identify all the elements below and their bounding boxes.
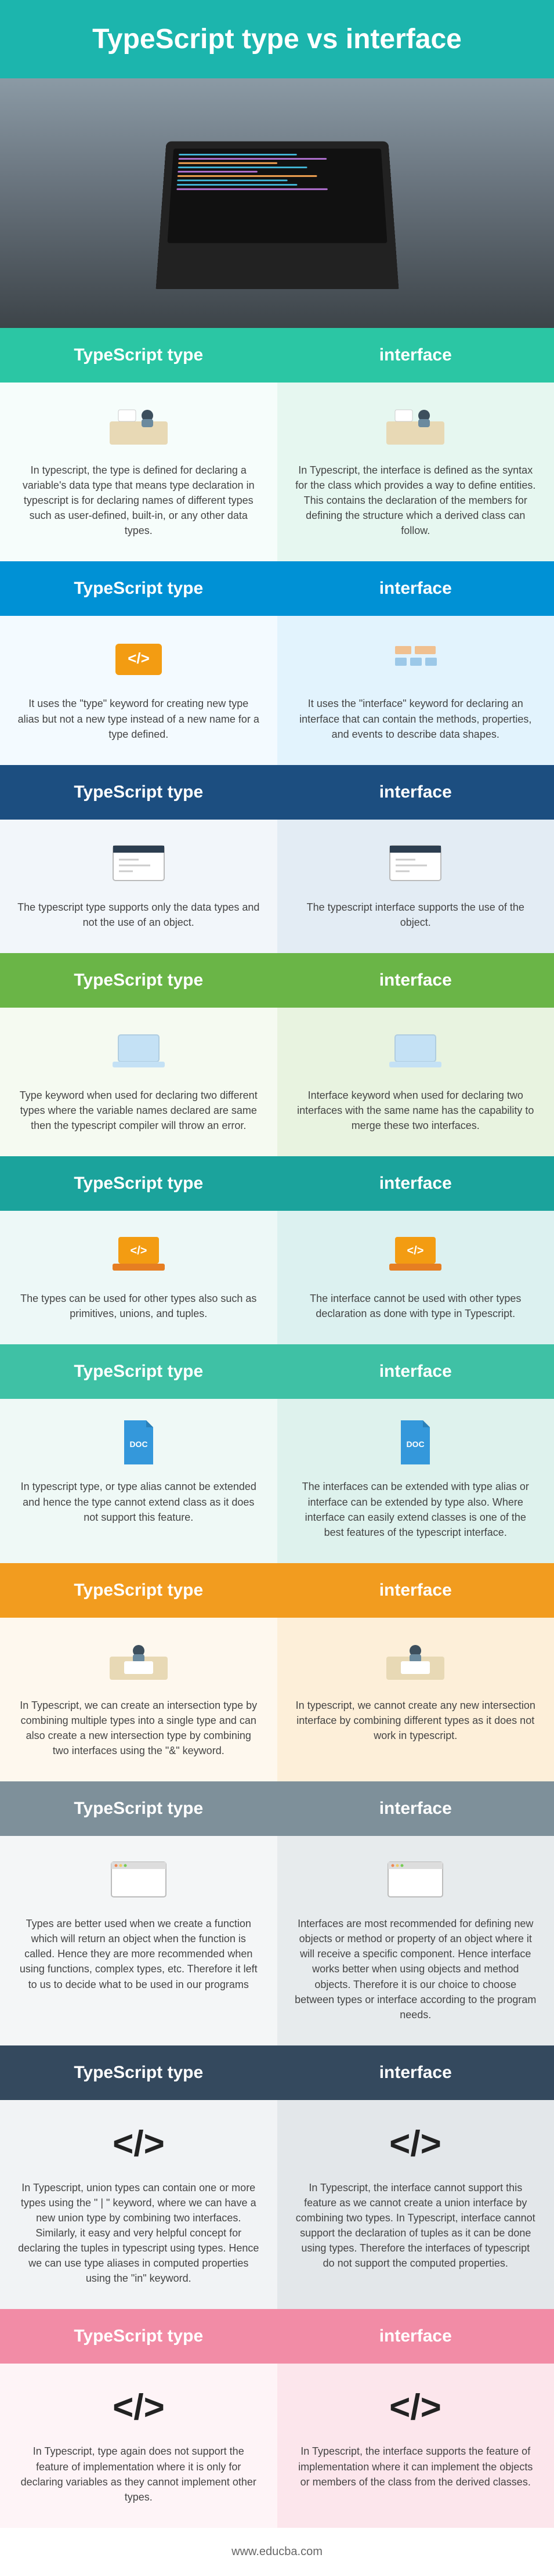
row-3-left: The typescript type supports only the da… — [17, 900, 260, 930]
hero-image — [0, 78, 554, 328]
row-10-right: In Typescript, the interface supports th… — [295, 2444, 537, 2489]
row-4: Type keyword when used for declaring two… — [0, 1008, 554, 1156]
svg-text:</>: </> — [389, 2387, 441, 2427]
desk-person-icon — [104, 400, 173, 452]
row-3: The typescript type supports only the da… — [0, 820, 554, 953]
svg-text:DOC: DOC — [129, 1439, 147, 1449]
code-bracket-icon: </> — [381, 2117, 450, 2170]
row-9-right: In Typescript, the interface cannot supp… — [295, 2180, 537, 2271]
row-9-left: In Typescript, union types can contain o… — [17, 2180, 260, 2286]
row-5: </> The types can be used for other type… — [0, 1211, 554, 1344]
desk-overhead-icon — [381, 1635, 450, 1687]
orange-code-laptop-icon: </> — [104, 1228, 173, 1280]
row-header-6: TypeScript type interface — [0, 1344, 554, 1399]
row-header-9: TypeScript type interface — [0, 2045, 554, 2100]
svg-text:DOC: DOC — [407, 1439, 425, 1449]
doc-file-icon: DOC — [104, 1416, 173, 1469]
row-header-5: TypeScript type interface — [0, 1156, 554, 1211]
row-header-4: TypeScript type interface — [0, 953, 554, 1008]
footer-credit: www.educba.com — [0, 2528, 554, 2576]
row-6-left: In typescript type, or type alias cannot… — [17, 1479, 260, 1524]
svg-text:</>: </> — [389, 2124, 441, 2164]
row-7-right: In typescript, we cannot create any new … — [295, 1698, 537, 1743]
orange-code-laptop-icon: </> — [381, 1228, 450, 1280]
code-bracket-icon: </> — [104, 2117, 173, 2170]
row-1: In typescript, the type is defined for d… — [0, 383, 554, 561]
window-icon — [381, 837, 450, 889]
laptop-illustration — [155, 141, 399, 289]
row-10: </> In Typescript, type again does not s… — [0, 2364, 554, 2527]
row-5-right: The interface cannot be used with other … — [295, 1291, 537, 1321]
row-header-8: TypeScript type interface — [0, 1781, 554, 1836]
browser-window-icon — [381, 1853, 450, 1906]
row-header-2: TypeScript type interface — [0, 561, 554, 616]
row-header-7: TypeScript type interface — [0, 1563, 554, 1618]
laptop-icon — [104, 1025, 173, 1077]
svg-text:</>: </> — [113, 2124, 165, 2164]
col-right-label: interface — [277, 328, 554, 383]
row-9: </> In Typescript, union types can conta… — [0, 2100, 554, 2310]
main-title: TypeScript type vs interface — [0, 0, 554, 78]
row-8-left: Types are better used when we create a f… — [17, 1916, 260, 1991]
svg-text:</>: </> — [113, 2387, 165, 2427]
row-4-right: Interface keyword when used for declarin… — [295, 1088, 537, 1133]
row-8: Types are better used when we create a f… — [0, 1836, 554, 2045]
svg-text:</>: </> — [130, 1244, 147, 1257]
window-icon — [104, 837, 173, 889]
row-header-3: TypeScript type interface — [0, 765, 554, 820]
row-4-left: Type keyword when used for declaring two… — [17, 1088, 260, 1133]
row-2-right: It uses the "interface" keyword for decl… — [295, 696, 537, 741]
col-left-label: TypeScript type — [0, 328, 277, 383]
row-1-left: In typescript, the type is defined for d… — [17, 463, 260, 538]
code-bracket-icon: </> — [381, 2381, 450, 2433]
infographic-container: TypeScript type vs interface TypeScript … — [0, 0, 554, 2576]
row-header-10: TypeScript type interface — [0, 2309, 554, 2364]
svg-text:</>: </> — [128, 650, 150, 667]
browser-window-icon — [104, 1853, 173, 1906]
row-2: </> It uses the "type" keyword for creat… — [0, 616, 554, 764]
row-2-left: It uses the "type" keyword for creating … — [17, 696, 260, 741]
svg-text:</>: </> — [407, 1244, 424, 1257]
row-7: In Typescript, we can create an intersec… — [0, 1618, 554, 1781]
row-6: DOC In typescript type, or type alias ca… — [0, 1399, 554, 1563]
desk-person-icon — [381, 400, 450, 452]
layout-blocks-icon — [381, 633, 450, 686]
code-tag-icon: </> — [104, 633, 173, 686]
doc-file-icon: DOC — [381, 1416, 450, 1469]
row-5-left: The types can be used for other types al… — [17, 1291, 260, 1321]
row-6-right: The interfaces can be extended with type… — [295, 1479, 537, 1539]
row-3-right: The typescript interface supports the us… — [295, 900, 537, 930]
row-1-right: In Typescript, the interface is defined … — [295, 463, 537, 538]
desk-overhead-icon — [104, 1635, 173, 1687]
laptop-icon — [381, 1025, 450, 1077]
code-bracket-icon: </> — [104, 2381, 173, 2433]
row-header-1: TypeScript type interface — [0, 328, 554, 383]
row-8-right: Interfaces are most recommended for defi… — [295, 1916, 537, 2022]
row-10-left: In Typescript, type again does not suppo… — [17, 2444, 260, 2504]
row-7-left: In Typescript, we can create an intersec… — [17, 1698, 260, 1758]
